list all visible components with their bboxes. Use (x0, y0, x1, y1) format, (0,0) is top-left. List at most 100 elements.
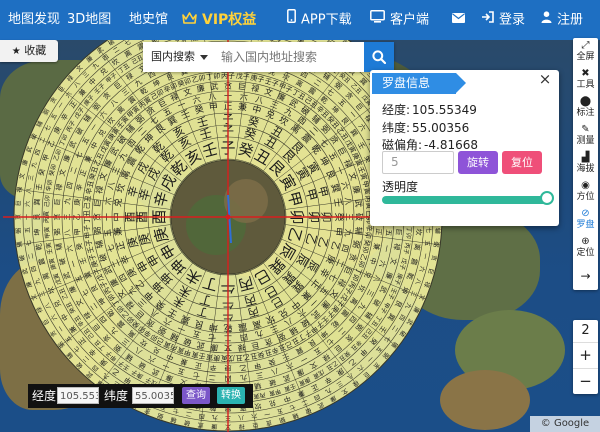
compass-ring-text: 禄 (238, 422, 245, 430)
nav-app-download[interactable]: APP下载 (287, 0, 352, 40)
tool-marker[interactable]: ⬤ 标注 (573, 96, 598, 119)
compass-ring-text: 九 (62, 197, 72, 205)
coord-lng-label: 经度 (32, 389, 57, 403)
compass-ring-text: 离 (412, 243, 422, 251)
nav-map-discover-label: 地图发现 (8, 12, 61, 27)
search-type-dropdown[interactable]: 国内搜索 (143, 42, 217, 72)
star-icon: ★ (11, 46, 21, 57)
elevation-icon: ▟ (581, 152, 590, 163)
nav-register[interactable]: 注册 (541, 0, 583, 40)
favorites-button[interactable]: ★ 收藏 (0, 40, 58, 62)
compass-ring-text: 巨 (394, 228, 403, 236)
login-icon (481, 0, 494, 40)
coord-lat-input[interactable]: 55.0035 (132, 387, 174, 404)
compass-ring-text: 己丑 (83, 195, 92, 210)
user-icon (541, 0, 552, 40)
caret-down-icon (200, 54, 208, 60)
toolbar-collapse-button[interactable]: → (573, 270, 598, 282)
nav-history-label: 地史馆 (129, 12, 169, 27)
zoom-level: 2 (581, 323, 590, 338)
compass-ring-text: 五 (384, 229, 393, 237)
nav-register-label: 注册 (557, 12, 584, 28)
compass-ring-text: 丁卯 (404, 226, 413, 239)
latitude-value: 55.00356 (412, 121, 470, 135)
rotation-angle-input[interactable]: 5 (382, 151, 454, 174)
nav-login[interactable]: 登录 (481, 0, 525, 40)
compass-ring-text: 巨 (15, 200, 22, 206)
compass-ring-text: 辛 (209, 363, 217, 373)
compass-ring-text: 五 (24, 227, 31, 233)
compass-icon: ⊘ (581, 208, 590, 219)
nav-3d-map-label: 3D地图 (67, 12, 112, 27)
nav-app-download-label: APP下载 (301, 12, 352, 28)
compass-ring-text: 甲子 (83, 224, 92, 239)
latitude-row: 纬度: 55.00356 (382, 119, 469, 136)
compass-ring-text: 乙丑 (235, 353, 250, 362)
tool-measure[interactable]: ✎ 测量 (573, 124, 598, 147)
map-toolbar: ⤢ 全屏 ✖ 工具 ⬤ 标注 ✎ 测量 ▟ 海拔 ◉ 方位 ⊘ 罗盘 ⊕ 定位 … (573, 38, 598, 290)
compass-ring-text: 辅 (433, 227, 441, 234)
tool-tools[interactable]: ✖ 工具 (573, 68, 598, 91)
compass-ring-text: 八 (238, 413, 244, 420)
compass-ring-text: 戊子 (235, 71, 250, 81)
compass-ring-text: 八 (63, 229, 72, 237)
compass-ring-text: 廉 (211, 422, 218, 430)
compass-ring-text: 弼 (15, 227, 22, 233)
search-button[interactable] (364, 42, 394, 72)
search-input[interactable] (217, 42, 364, 72)
compass-ring-text: 巨 (53, 198, 62, 206)
map-attribution: © Google Maps (530, 416, 600, 432)
opacity-label: 透明度 (382, 180, 419, 194)
tool-direction[interactable]: ◉ 方位 (573, 180, 598, 203)
tool-direction-label: 方位 (576, 192, 595, 202)
search-bar: 国内搜索 (143, 42, 394, 72)
close-icon[interactable]: × (538, 72, 552, 87)
marker-icon: ⬤ (579, 96, 592, 107)
coordinate-bar: 经度 105.553 纬度 55.0035 查询 转换 (28, 384, 253, 408)
declination-value: -4.81668 (424, 138, 478, 152)
nav-client[interactable]: 客户端 (370, 0, 429, 40)
compass-ring-text: 壬 (34, 183, 44, 191)
nav-client-label: 客户端 (390, 12, 430, 28)
coord-lat-label: 纬度 (104, 389, 129, 403)
tool-locate[interactable]: ⊕ 定位 (573, 236, 598, 259)
locate-icon: ⊕ (581, 236, 590, 247)
rotate-button[interactable]: 旋转 (458, 151, 498, 174)
compass-ring-text: 坤 (32, 228, 42, 236)
compass-ring-text: 甲 (73, 228, 82, 236)
nav-3d-map[interactable]: 3D地图 (67, 0, 111, 40)
compass-ring-text: 甲寅 (43, 226, 52, 239)
fullscreen-icon: ⤢ (581, 40, 590, 51)
compass-ring-text: 巽 (33, 198, 42, 206)
crown-icon (182, 0, 197, 40)
compass-ring-text: 六 (23, 201, 31, 208)
compass-ring-text: 坎 (254, 401, 262, 411)
nav-history[interactable]: 地史馆 (129, 0, 168, 40)
nav-vip-label: VIP权益 (202, 12, 257, 28)
convert-button[interactable]: 转换 (217, 387, 245, 404)
latitude-label: 纬度: (382, 121, 411, 135)
reset-button[interactable]: 复位 (502, 151, 542, 174)
zoom-control: 2 + − (573, 320, 598, 394)
compass-pivot (225, 214, 231, 220)
opacity-slider-thumb[interactable] (540, 191, 554, 205)
longitude-value: 105.55349 (412, 103, 477, 117)
mail-button[interactable] (452, 0, 470, 40)
compass-ring-text: 庚 (72, 198, 82, 206)
zoom-in-button[interactable]: + (573, 342, 598, 366)
favorites-label: 收藏 (24, 44, 47, 57)
longitude-row: 经度: 105.55349 (382, 101, 477, 118)
ruler-icon: ✎ (581, 124, 590, 135)
tool-compass[interactable]: ⊘ 罗盘 (573, 208, 598, 231)
coord-lng-input[interactable]: 105.553 (57, 387, 99, 404)
nav-map-discover[interactable]: 地图发现 (8, 0, 60, 40)
nav-vip[interactable]: VIP权益 (182, 0, 256, 40)
panel-title: 罗盘信息 (372, 73, 466, 94)
nav-login-label: 登录 (499, 12, 526, 28)
tool-fullscreen[interactable]: ⤢ 全屏 (573, 40, 598, 63)
opacity-slider[interactable] (382, 196, 547, 204)
zoom-out-button[interactable]: − (573, 368, 598, 392)
tool-elevation[interactable]: ▟ 海拔 (573, 152, 598, 175)
search-icon (372, 50, 387, 67)
query-button[interactable]: 查询 (182, 387, 210, 404)
